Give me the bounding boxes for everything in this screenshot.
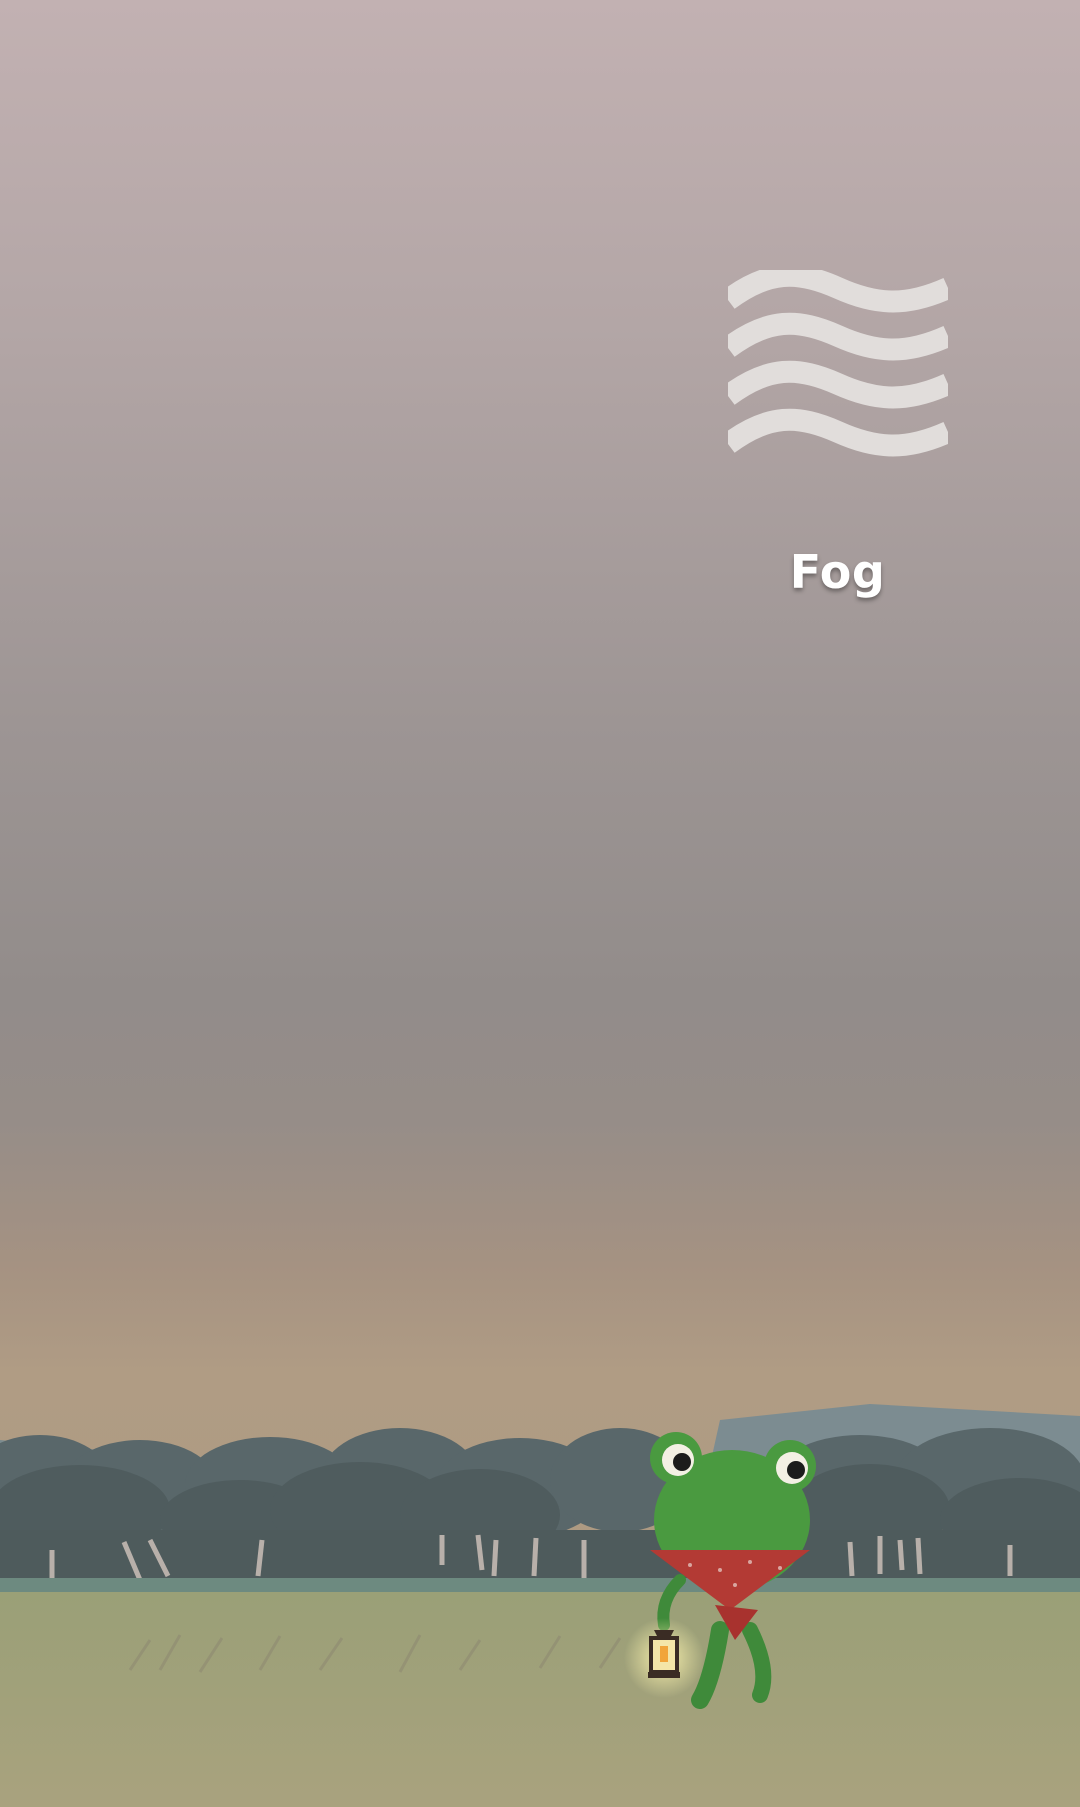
weather-condition-label: Fog bbox=[789, 545, 886, 599]
fog-icon bbox=[728, 270, 948, 457]
lantern bbox=[624, 1618, 704, 1698]
meadow bbox=[0, 1592, 1080, 1807]
landscape-scene bbox=[0, 1404, 1080, 1807]
weather-condition-widget[interactable]: Fog bbox=[700, 260, 970, 610]
